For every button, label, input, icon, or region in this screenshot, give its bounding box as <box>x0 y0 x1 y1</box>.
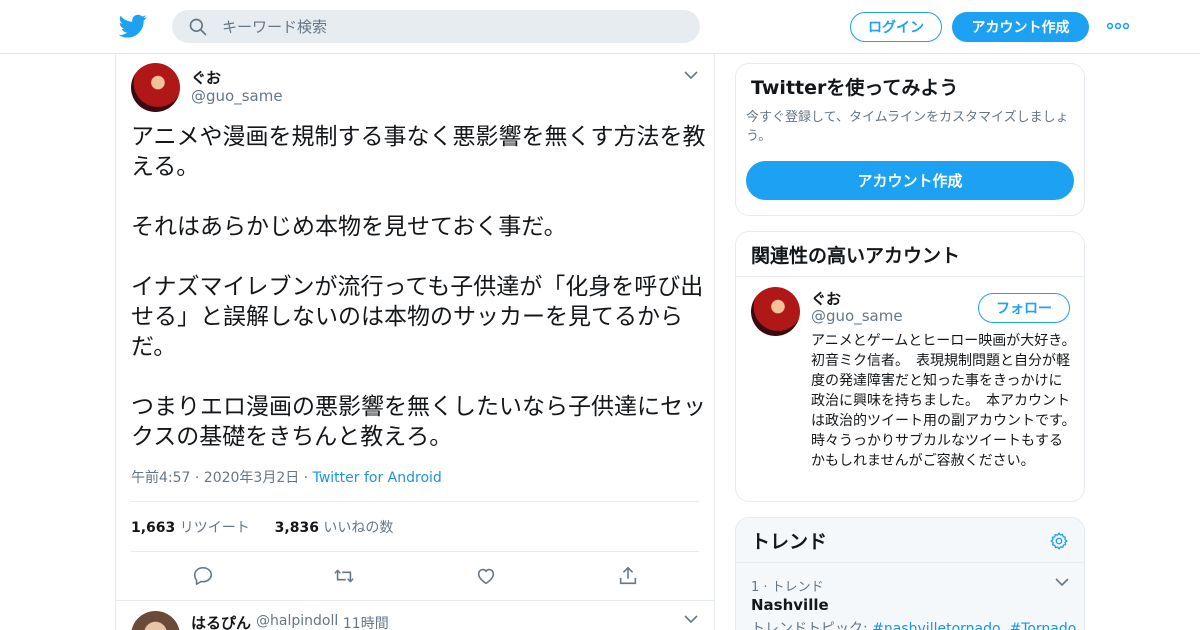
login-button[interactable]: ログイン <box>850 12 942 42</box>
reply-time[interactable]: · 11時間 <box>334 613 389 630</box>
trend-meta: 1 · トレンド <box>751 580 824 595</box>
retweet-icon[interactable] <box>333 565 355 587</box>
author-avatar[interactable] <box>131 63 180 112</box>
related-account-bio: アニメとゲームとヒーロー映画が大好き。 初音ミク信者。 表現規制問題と自分が軽度… <box>811 333 1083 469</box>
tweet-body: アニメや漫画を規制する事なく悪影響を無くす方法を教える。 それはあらかじめ本物を… <box>131 122 706 482</box>
tweet-paragraph: イナズマイレブンが流行っても子供達が「化身を呼び出せる」と誤解しないのは本物のサ… <box>131 274 704 360</box>
twitter-bird-icon[interactable] <box>119 12 147 40</box>
related-accounts-card: 関連性の高いアカウント ぐお @guo_same フォロー アニメとゲームとヒー… <box>735 231 1085 502</box>
retweet-count: 1,663 <box>131 520 176 536</box>
search-input[interactable] <box>222 10 682 43</box>
search-box[interactable] <box>172 10 700 43</box>
retweet-stat[interactable]: 1,663 リツイート <box>131 520 250 536</box>
like-label: いいねの数 <box>323 520 394 536</box>
related-account-avatar[interactable] <box>751 287 800 336</box>
like-stat[interactable]: 3,836 いいねの数 <box>275 520 394 536</box>
retweet-label: リツイート <box>179 520 250 536</box>
tweet-meta: 午前4:57 · 2020年3月2日 · Twitter for Android <box>131 467 442 487</box>
tweet-stats: 1,663 リツイート 3,836 いいねの数 <box>131 517 393 537</box>
related-accounts-title: 関連性の高いアカウント <box>751 245 961 267</box>
author-handle[interactable]: @guo_same <box>191 87 283 105</box>
like-count: 3,836 <box>274 520 319 536</box>
author-name[interactable]: ぐお <box>191 67 221 88</box>
tweet-source-link[interactable]: Twitter for Android <box>313 470 442 486</box>
reply-icon[interactable] <box>192 565 214 587</box>
tweet-timestamp[interactable]: 午前4:57 · 2020年3月2日 <box>131 470 299 486</box>
related-account-handle[interactable]: @guo_same <box>811 307 903 325</box>
share-icon[interactable] <box>617 565 639 587</box>
trend-topics-prefix: トレンドトピック: <box>751 621 868 630</box>
trends-card: トレンド 1 · トレンド Nashville トレンドトピック: #nashv… <box>735 517 1085 630</box>
reply-author-handle[interactable]: @halpindoll <box>256 613 338 629</box>
chevron-down-icon[interactable] <box>683 67 699 83</box>
tweet-paragraph: つまりエロ漫画の悪影響を無くしたいなら子供達にセックスの基礎をきちんと教えろ。 <box>131 394 706 450</box>
reply-author-name[interactable]: はるぴん <box>191 612 251 630</box>
chevron-down-icon[interactable] <box>1054 574 1070 590</box>
trend-topic-tags[interactable]: #nashvilletornado, #Tornado <box>872 621 1076 630</box>
related-account-name[interactable]: ぐお <box>811 288 841 309</box>
signup-button[interactable]: アカウント作成 <box>952 12 1089 42</box>
signup-card-title: Twitterを使ってみよう <box>751 77 959 99</box>
divider <box>736 562 1084 563</box>
tweet-paragraph: アニメや漫画を規制する事なく悪影響を無くす方法を教える。 <box>131 124 706 180</box>
divider <box>116 600 714 601</box>
trend-topics: トレンドトピック: #nashvilletornado, #Tornado <box>751 618 1076 630</box>
trend-name[interactable]: Nashville <box>751 596 829 614</box>
reply-avatar[interactable] <box>131 611 180 630</box>
divider <box>736 276 1084 277</box>
trends-title: トレンド <box>751 531 828 553</box>
signup-card-button[interactable]: アカウント作成 <box>746 161 1074 200</box>
tweet-column: ぐお @guo_same アニメや漫画を規制する事なく悪影響を無くす方法を教える… <box>115 54 715 630</box>
divider <box>131 501 699 502</box>
follow-button[interactable]: フォロー <box>978 293 1070 323</box>
meta-separator: · <box>299 470 313 486</box>
divider <box>131 551 699 552</box>
more-dots-icon[interactable] <box>1106 16 1130 36</box>
signup-card-description: 今すぐ登録して、タイムラインをカスタマイズしましょう。 <box>746 110 1069 144</box>
search-icon <box>189 18 207 36</box>
like-icon[interactable] <box>475 565 497 587</box>
signup-card: Twitterを使ってみよう 今すぐ登録して、タイムラインをカスタマイズしましょ… <box>735 63 1085 216</box>
top-navigation-bar: ログイン アカウント作成 <box>0 0 1200 54</box>
gear-icon[interactable] <box>1049 531 1069 551</box>
chevron-down-icon[interactable] <box>683 611 699 627</box>
tweet-paragraph: それはあらかじめ本物を見せておく事だ。 <box>131 214 567 240</box>
